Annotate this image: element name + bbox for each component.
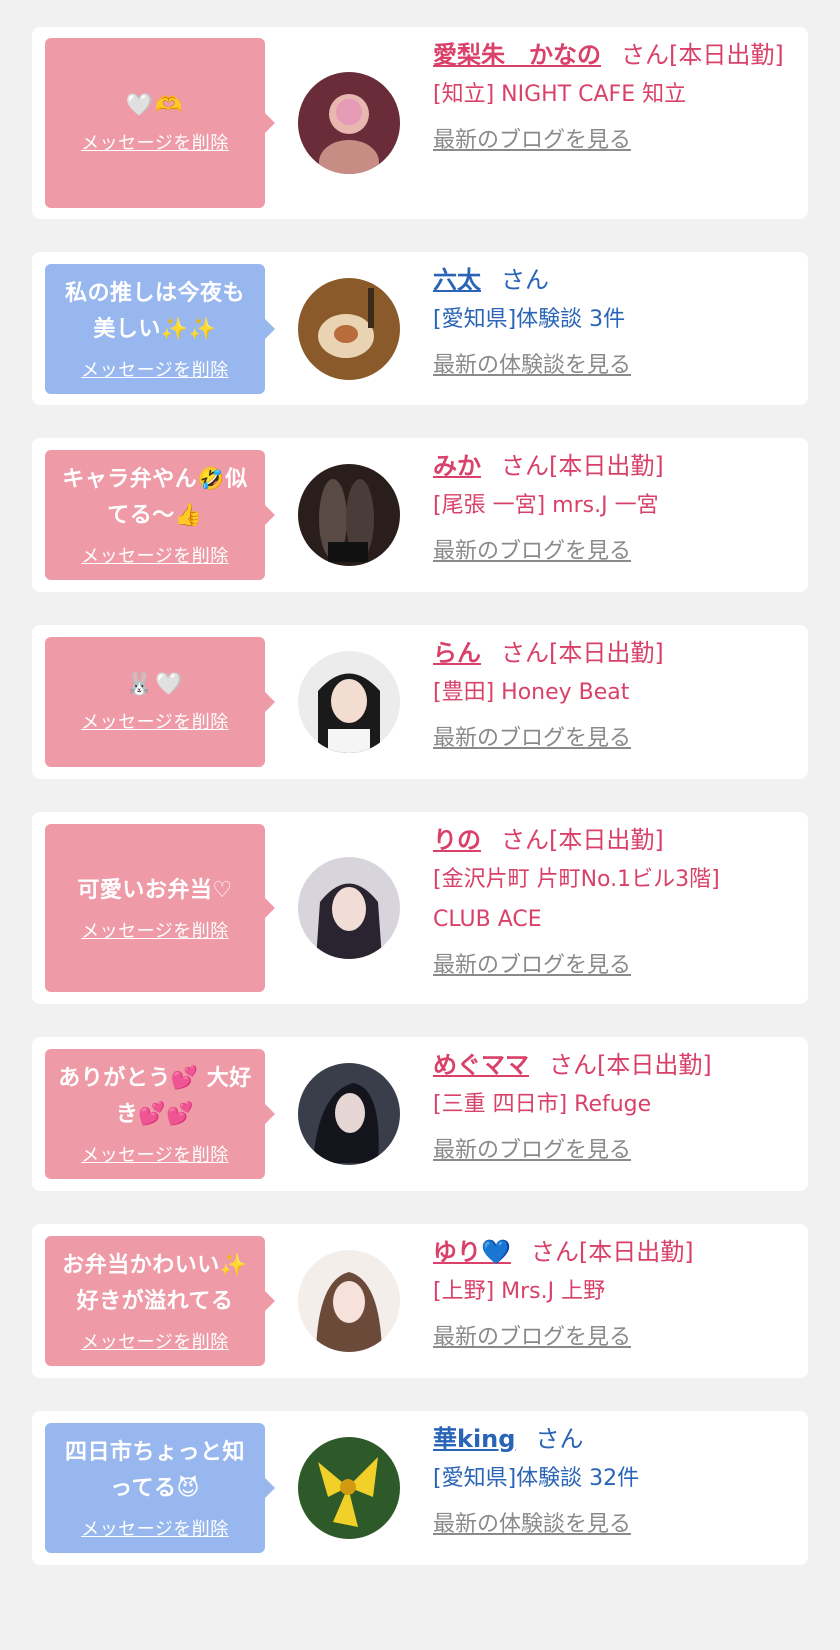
bubble-message-text: 私の推しは今夜も美しい✨✨ — [64, 281, 245, 342]
latest-post-link[interactable]: 最新のブログを見る — [433, 1318, 631, 1358]
avatar[interactable] — [298, 651, 400, 753]
name-suffix: さん[本日出勤] — [501, 452, 664, 480]
message-bubble: ありがとう💕 大好き💕💕 メッセージを削除 — [45, 1049, 275, 1179]
avatar[interactable] — [298, 72, 400, 174]
bubble-message-text: 四日市ちょっと知ってる😈 — [64, 1440, 245, 1501]
profile-name-link[interactable]: ゆり💙 — [433, 1238, 511, 1266]
avatar[interactable] — [298, 1063, 400, 1165]
message-bubble: 私の推しは今夜も美しい✨✨ メッセージを削除 — [45, 264, 275, 394]
name-suffix: さん[本日出勤] — [530, 1238, 694, 1266]
profile-info: 愛梨朱 かなの さん[本日出勤] [知立] NIGHT CAFE 知立 最新のブロ… — [433, 35, 788, 161]
profile-name-link[interactable]: 愛梨朱 かなの — [433, 41, 601, 69]
shop-label: [知立] NIGHT CAFE 知立 — [433, 82, 687, 107]
profile-name-link[interactable]: めぐママ — [433, 1051, 529, 1079]
latest-post-link[interactable]: 最新の体験談を見る — [433, 1505, 631, 1545]
delete-message-link[interactable]: メッセージを削除 — [81, 708, 229, 734]
message-bubble: 🐰🤍 メッセージを削除 — [45, 637, 275, 767]
message-card: 🤍🫶 メッセージを削除 愛梨朱 かなの さん[本日出勤] [知立] NIGHT C… — [32, 27, 808, 219]
profile-info: ゆり💙 さん[本日出勤] [上野] Mrs.J 上野 最新のブログを見る — [433, 1232, 788, 1358]
delete-message-link[interactable]: メッセージを削除 — [81, 917, 229, 943]
message-bubble: キャラ弁やん🤣似てる〜👍 メッセージを削除 — [45, 450, 275, 580]
profile-info: りの さん[本日出勤] [金沢片町 片町No.1ビル3階] CLUB ACE 最新… — [433, 820, 788, 986]
profile-info: 六太 さん [愛知県]体験談 3件 最新の体験談を見る — [433, 260, 788, 386]
profile-name-link[interactable]: りの — [433, 826, 481, 854]
bubble-message-text: 可愛いお弁当♡ — [77, 878, 233, 903]
profile-info: 華king さん [愛知県]体験談 32件 最新の体験談を見る — [433, 1419, 788, 1545]
bubble-emoji: 🤍🫶 — [125, 93, 185, 118]
delete-message-link[interactable]: メッセージを削除 — [81, 542, 229, 568]
profile-info: らん さん[本日出勤] [豊田] Honey Beat 最新のブログを見る — [433, 633, 788, 759]
avatar[interactable] — [298, 1250, 400, 1352]
delete-message-link[interactable]: メッセージを削除 — [81, 1328, 229, 1354]
name-suffix: さん — [501, 266, 549, 294]
avatar[interactable] — [298, 464, 400, 566]
message-card: キャラ弁やん🤣似てる〜👍 メッセージを削除 みか さん[本日出勤] [尾張 一宮]… — [32, 438, 808, 592]
profile-info: めぐママ さん[本日出勤] [三重 四日市] Refuge 最新のブログを見る — [433, 1045, 788, 1171]
name-suffix: さん[本日出勤] — [501, 639, 664, 667]
profile-name-link[interactable]: 華king — [433, 1425, 515, 1453]
avatar[interactable] — [298, 857, 400, 959]
message-card: 🐰🤍 メッセージを削除 らん さん[本日出勤] [豊田] Honey Beat 最… — [32, 625, 808, 779]
avatar[interactable] — [298, 278, 400, 380]
name-suffix: さん[本日出勤] — [549, 1051, 712, 1079]
bubble-message-text: ありがとう💕 大好き💕💕 — [58, 1066, 252, 1127]
shop-label: [金沢片町 片町No.1ビル3階] CLUB ACE — [433, 867, 720, 932]
name-suffix: さん — [535, 1425, 584, 1453]
latest-post-link[interactable]: 最新のブログを見る — [433, 532, 631, 572]
message-bubble: 可愛いお弁当♡ メッセージを削除 — [45, 824, 275, 992]
latest-post-link[interactable]: 最新のブログを見る — [433, 946, 631, 986]
shop-label: [愛知県]体験談 32件 — [433, 1466, 640, 1491]
message-bubble: 🤍🫶 メッセージを削除 — [45, 38, 275, 208]
message-card: ありがとう💕 大好き💕💕 メッセージを削除 めぐママ さん[本日出勤] [三重 四… — [32, 1037, 808, 1191]
message-card: 四日市ちょっと知ってる😈 メッセージを削除 華king さん [愛知県]体験談 3… — [32, 1411, 808, 1565]
name-suffix: さん[本日出勤] — [621, 41, 784, 69]
avatar[interactable] — [298, 1437, 400, 1539]
shop-label: [愛知県]体験談 3件 — [433, 307, 626, 332]
message-bubble: お弁当かわいい✨好きが溢れてる メッセージを削除 — [45, 1236, 275, 1366]
message-list: 🤍🫶 メッセージを削除 愛梨朱 かなの さん[本日出勤] [知立] NIGHT C… — [0, 0, 840, 1565]
shop-label: [豊田] Honey Beat — [433, 680, 630, 705]
shop-label: [上野] Mrs.J 上野 — [433, 1279, 606, 1304]
message-card: 可愛いお弁当♡ メッセージを削除 りの さん[本日出勤] [金沢片町 片町No.1… — [32, 812, 808, 1004]
bubble-message-text: お弁当かわいい✨好きが溢れてる — [62, 1253, 248, 1314]
bubble-message-text: キャラ弁やん🤣似てる〜👍 — [62, 467, 248, 528]
message-card: 私の推しは今夜も美しい✨✨ メッセージを削除 六太 さん [愛知県]体験談 3件 … — [32, 252, 808, 405]
delete-message-link[interactable]: メッセージを削除 — [81, 356, 229, 382]
delete-message-link[interactable]: メッセージを削除 — [81, 1141, 229, 1167]
message-bubble: 四日市ちょっと知ってる😈 メッセージを削除 — [45, 1423, 275, 1553]
latest-post-link[interactable]: 最新のブログを見る — [433, 719, 631, 759]
message-card: お弁当かわいい✨好きが溢れてる メッセージを削除 ゆり💙 さん[本日出勤] [上野… — [32, 1224, 808, 1378]
bubble-emoji: 🐰🤍 — [125, 672, 185, 697]
profile-name-link[interactable]: みか — [433, 452, 481, 480]
latest-post-link[interactable]: 最新のブログを見る — [433, 121, 631, 161]
latest-post-link[interactable]: 最新のブログを見る — [433, 1131, 631, 1171]
profile-info: みか さん[本日出勤] [尾張 一宮] mrs.J 一宮 最新のブログを見る — [433, 446, 788, 572]
latest-post-link[interactable]: 最新の体験談を見る — [433, 346, 631, 386]
shop-label: [三重 四日市] Refuge — [433, 1092, 652, 1117]
profile-name-link[interactable]: 六太 — [433, 266, 481, 294]
profile-name-link[interactable]: らん — [433, 639, 481, 667]
delete-message-link[interactable]: メッセージを削除 — [81, 129, 229, 155]
name-suffix: さん[本日出勤] — [501, 826, 664, 854]
shop-label: [尾張 一宮] mrs.J 一宮 — [433, 493, 659, 518]
delete-message-link[interactable]: メッセージを削除 — [81, 1515, 229, 1541]
